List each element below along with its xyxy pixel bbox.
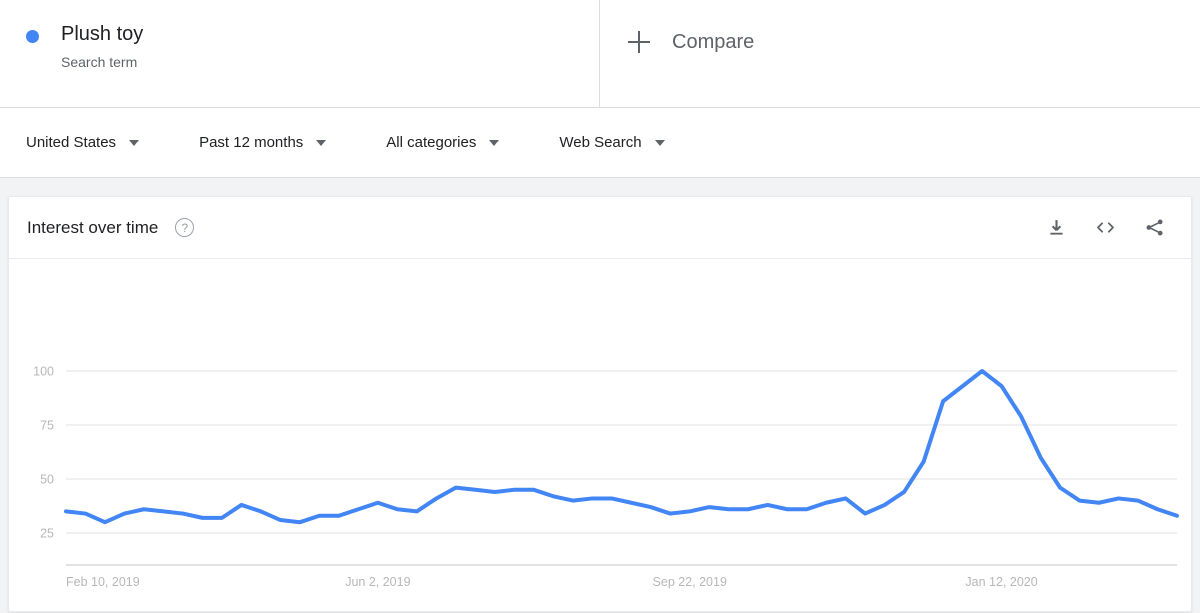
- filter-category[interactable]: All categories: [386, 133, 500, 153]
- share-icon[interactable]: [1144, 217, 1165, 238]
- chart-card-header: Interest over time ?: [9, 197, 1191, 259]
- x-axis-tick-label: Sep 22, 2019: [653, 575, 727, 589]
- chevron-down-icon: [316, 139, 327, 146]
- chevron-down-icon: [654, 139, 665, 146]
- x-axis-tick-label: Feb 10, 2019: [66, 575, 140, 589]
- y-axis-tick-label: 100: [33, 365, 54, 379]
- filter-time-range-label: Past 12 months: [199, 133, 304, 151]
- filter-search-type[interactable]: Web Search: [559, 133, 665, 153]
- plus-icon: [628, 31, 650, 53]
- y-axis-tick-label: 25: [40, 527, 54, 541]
- filter-time-range[interactable]: Past 12 months: [199, 133, 327, 153]
- search-term-title: Plush toy: [61, 23, 144, 45]
- y-axis-tick-label: 75: [40, 419, 54, 433]
- interest-over-time-line-chart: 25 50 75 100 Feb 10, 2019 Jun 2, 2019 Sep 22, …: [33, 365, 1179, 589]
- filter-bar: United States Past 12 months All categor…: [0, 108, 1200, 178]
- chevron-down-icon: [489, 139, 500, 146]
- y-axis-tick-label: 50: [40, 473, 54, 487]
- search-term-subtitle: Search term: [61, 54, 138, 70]
- search-term-strip: Plush toy Search term Compare: [0, 0, 1200, 108]
- search-term-text: Plush toy Search term: [61, 18, 143, 74]
- chart-plot-area[interactable]: 25 50 75 100 Feb 10, 2019 Jun 2, 2019 Sep 22, …: [9, 259, 1191, 612]
- compare-label: Compare: [672, 31, 755, 53]
- search-term-card[interactable]: Plush toy Search term: [0, 0, 600, 107]
- series-color-dot: [26, 30, 39, 43]
- filter-location[interactable]: United States: [26, 133, 140, 153]
- compare-button[interactable]: Compare: [600, 0, 1200, 107]
- chart-title-group: Interest over time ?: [27, 216, 195, 240]
- download-icon[interactable]: [1046, 217, 1067, 238]
- chart-card-area: Interest over time ? 25 50 75 100 Feb 10…: [0, 178, 1200, 612]
- chart-action-icons: [1019, 217, 1165, 238]
- filter-location-label: United States: [26, 133, 117, 151]
- chart-title: Interest over time: [27, 217, 159, 237]
- question-mark-icon[interactable]: ?: [175, 218, 195, 237]
- data-line-plush-toy: [64, 369, 1179, 525]
- embed-icon[interactable]: [1094, 217, 1117, 238]
- interest-over-time-card: Interest over time ? 25 50 75 100 Feb 10…: [8, 196, 1192, 612]
- x-axis-tick-label: Jun 2, 2019: [345, 575, 410, 589]
- filter-search-type-label: Web Search: [559, 133, 642, 151]
- x-axis-tick-label: Jan 12, 2020: [965, 575, 1037, 589]
- chevron-down-icon: [129, 139, 140, 146]
- filter-category-label: All categories: [386, 133, 477, 151]
